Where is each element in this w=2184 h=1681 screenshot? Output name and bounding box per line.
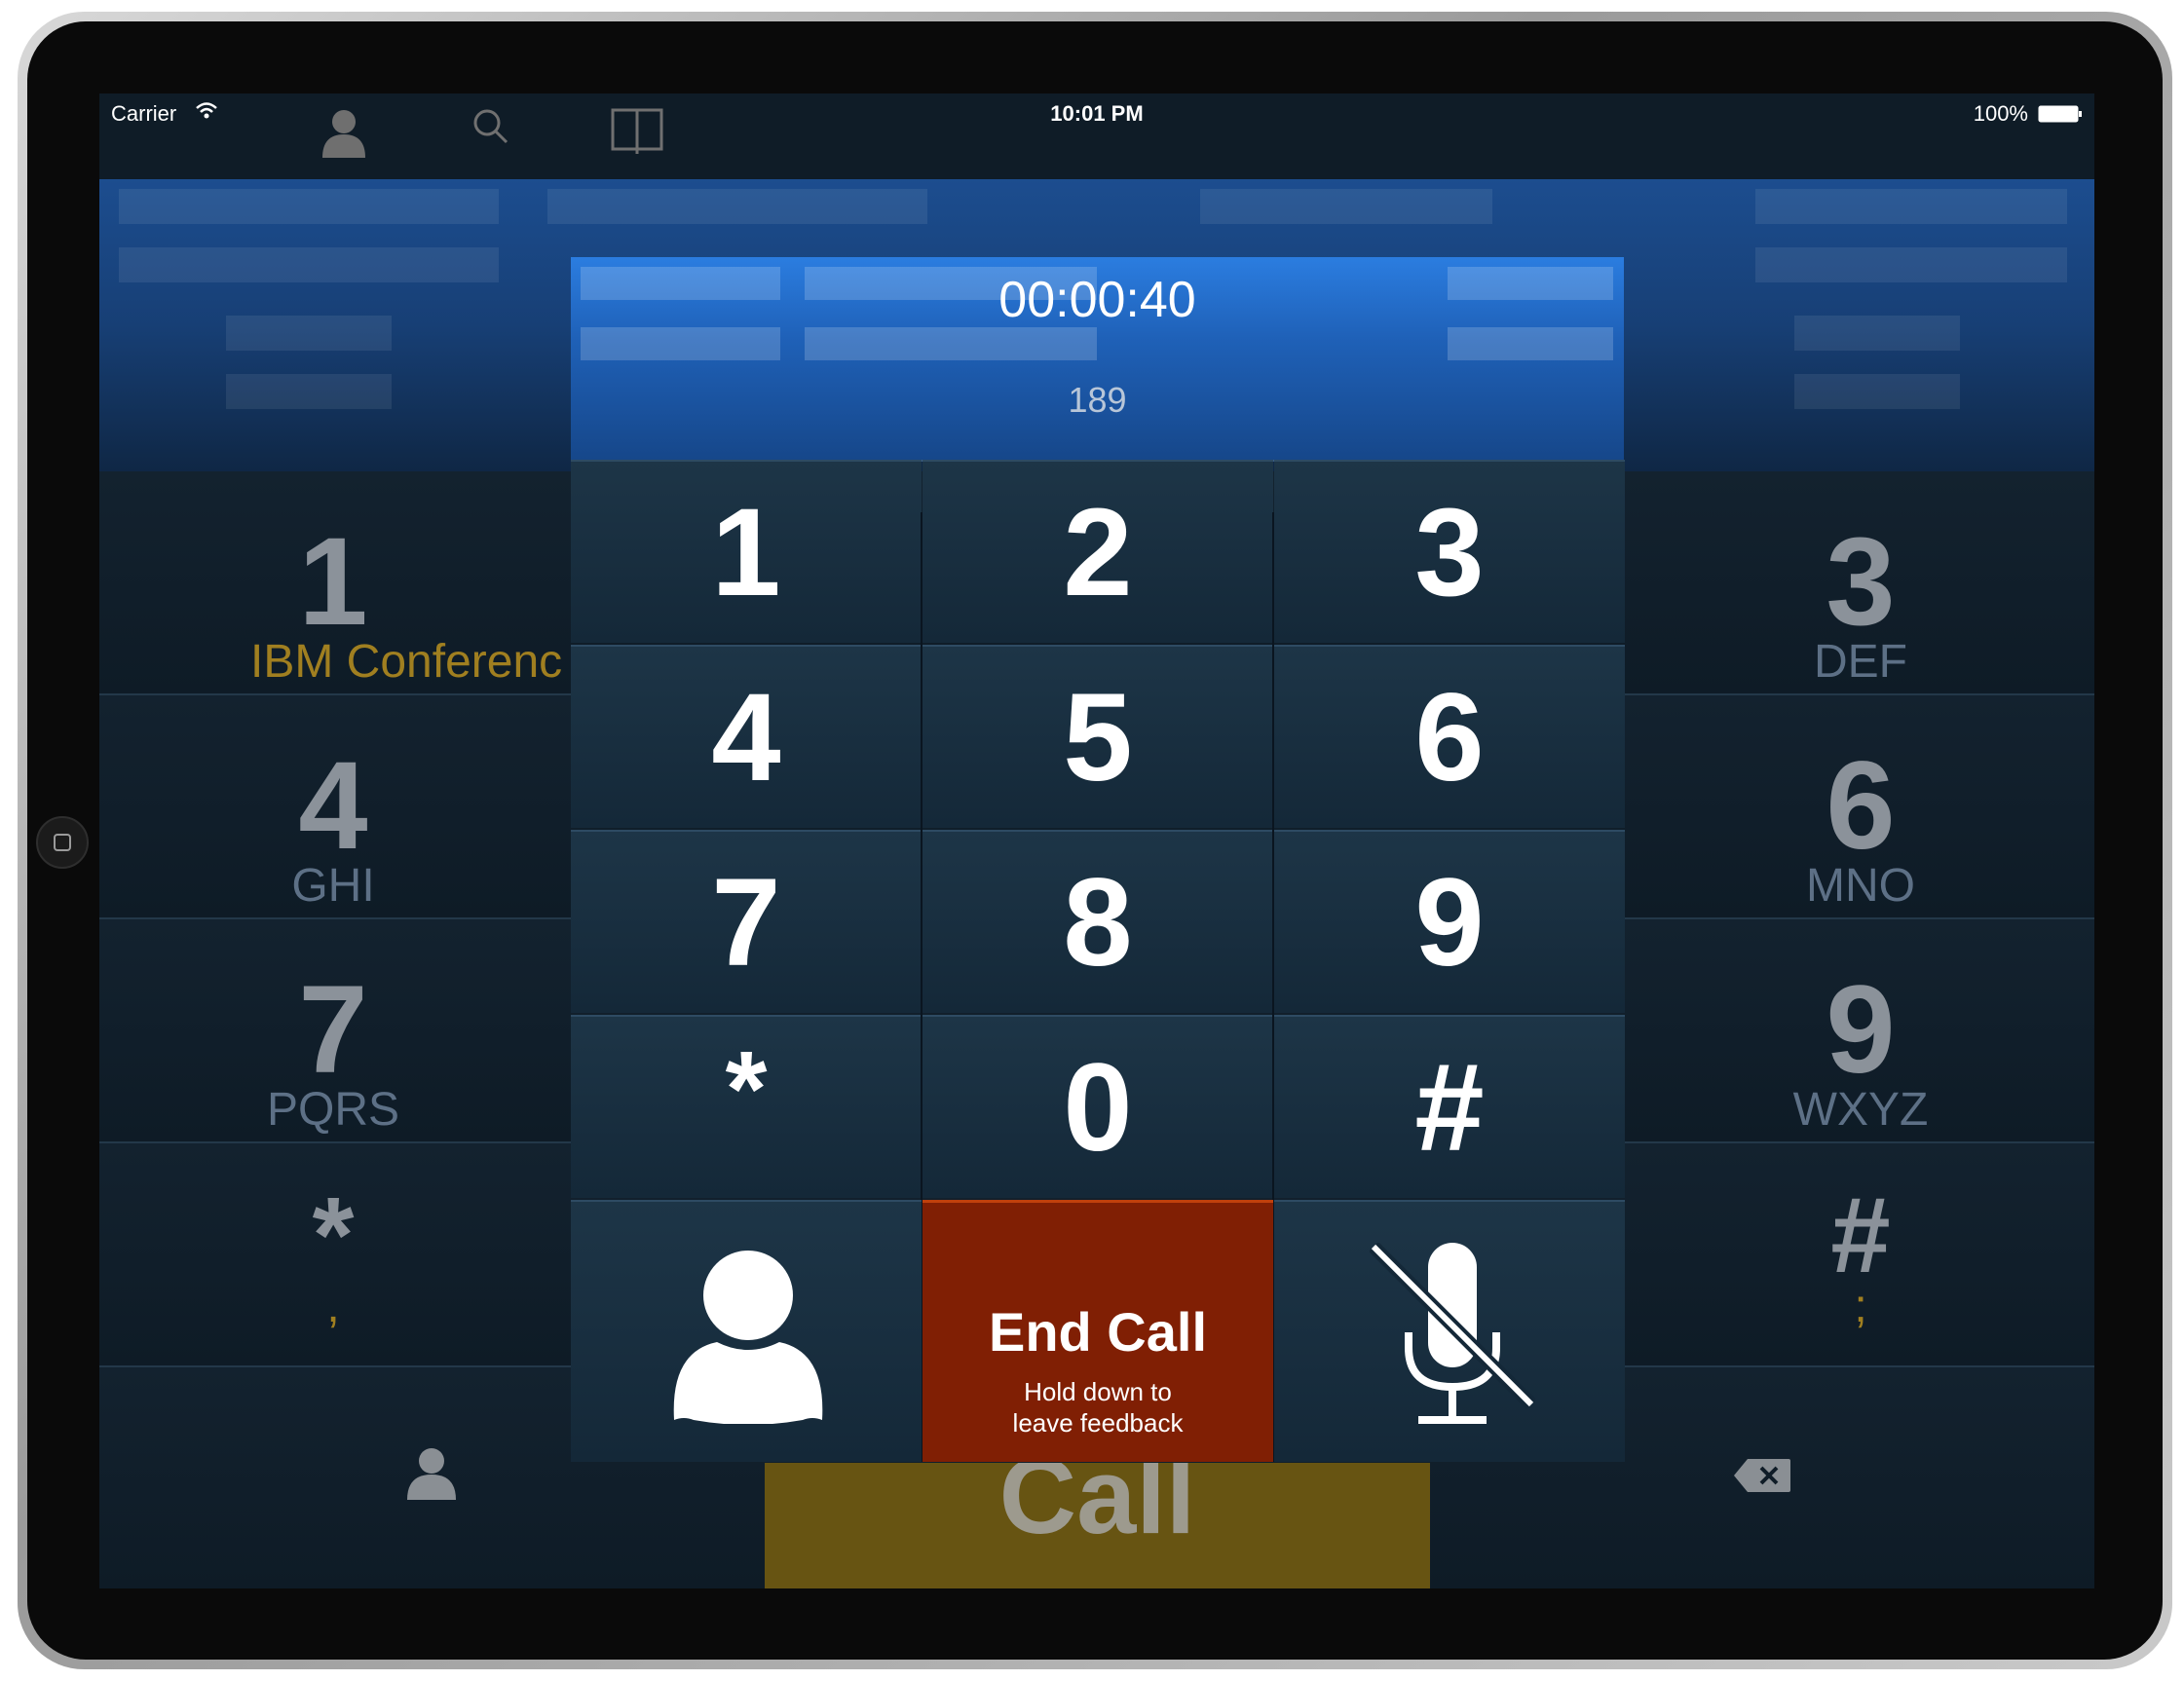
key-3[interactable]: 3 [1274,460,1625,643]
key-5[interactable]: 5 [923,645,1273,828]
home-button[interactable] [36,816,89,869]
call-timer: 00:00:40 [998,272,1196,328]
contacts-icon[interactable] [403,1443,460,1502]
in-call-keypad: 1 2 3 4 5 6 7 8 9 * 0 # [571,460,1625,1200]
clock: 10:01 PM [1050,101,1144,126]
key-9[interactable]: 9 [1274,830,1625,1013]
key-4[interactable]: 4 [571,645,922,828]
status-bar: Carrier 10:01 PM 100% [99,93,2094,132]
person-icon [673,1251,823,1424]
call-number: 189 [1068,380,1127,420]
bg-key-7[interactable]: 7 PQRS [99,968,567,1134]
book-icon[interactable] [610,105,664,156]
end-call-hint: Hold down to leave feedback [1012,1377,1184,1438]
battery-icon [2038,105,2082,123]
bg-key-4[interactable]: 4 GHI [99,744,567,910]
battery-percent: 100% [1973,101,2028,126]
call-header: 00:00:40 189 [571,257,1624,462]
bg-key-1[interactable]: 1 IBM Conferenc [99,520,567,686]
contacts-button[interactable] [571,1200,922,1462]
bg-key-3[interactable]: 3 DEF [1627,520,2094,686]
bg-key-hash[interactable]: # ; [1627,1182,2094,1330]
call-button[interactable]: Call [765,1463,1430,1588]
bg-key-9[interactable]: 9 WXYZ [1627,968,2094,1134]
mute-button[interactable] [1274,1200,1625,1462]
key-0[interactable]: 0 [923,1015,1273,1198]
in-call-panel: 00:00:40 189 1 2 3 4 5 6 7 8 9 * 0 # End… [571,257,1625,1462]
end-call-label: End Call [988,1301,1208,1363]
key-2[interactable]: 2 [923,460,1273,643]
key-hash[interactable]: # [1274,1015,1625,1198]
key-1[interactable]: 1 [571,460,922,643]
bg-key-star[interactable]: * , [99,1182,567,1330]
key-star[interactable]: * [571,1015,922,1198]
person-icon[interactable] [318,105,370,160]
key-6[interactable]: 6 [1274,645,1625,828]
key-7[interactable]: 7 [571,830,922,1013]
mute-microphone-icon [1370,1243,1535,1424]
bg-key-6[interactable]: 6 MNO [1627,744,2094,910]
screen: Carrier 10:01 PM 100% 1 IBM Conferenc 3 … [99,93,2094,1588]
search-icon[interactable] [470,105,512,148]
backspace-icon[interactable] [1732,1457,1792,1494]
end-call-button[interactable]: End Call Hold down to leave feedback [923,1200,1273,1462]
call-actions: End Call Hold down to leave feedback [571,1200,1625,1462]
key-8[interactable]: 8 [923,830,1273,1013]
